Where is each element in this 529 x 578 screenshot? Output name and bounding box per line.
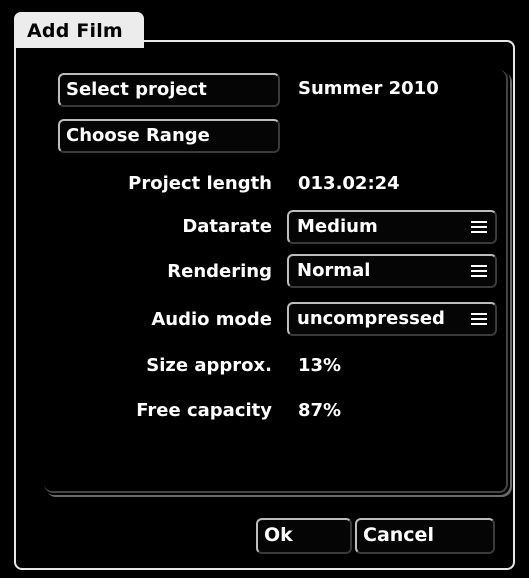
- menu-icon: [471, 221, 487, 233]
- dialog-title: Add Film: [27, 20, 123, 42]
- select-project-button[interactable]: Select project: [58, 73, 280, 107]
- audio-mode-dropdown[interactable]: uncompressed: [287, 302, 497, 336]
- choose-range-button[interactable]: Choose Range: [58, 119, 280, 153]
- datarate-dropdown[interactable]: Medium: [287, 210, 497, 244]
- rendering-label: Rendering: [167, 261, 272, 282]
- menu-icon: [471, 313, 487, 325]
- add-film-dialog: Add Film Select project Summer 2010 Choo…: [0, 0, 529, 578]
- project-length-value: 013.02:24: [298, 173, 400, 194]
- project-length-label: Project length: [128, 173, 272, 194]
- size-approx-label: Size approx.: [146, 355, 272, 376]
- datarate-value: Medium: [297, 216, 378, 237]
- menu-icon: [471, 265, 487, 277]
- audio-mode-label: Audio mode: [151, 309, 272, 330]
- datarate-label: Datarate: [182, 216, 272, 237]
- rendering-dropdown[interactable]: Normal: [287, 254, 497, 288]
- project-name: Summer 2010: [298, 78, 439, 99]
- free-capacity-label: Free capacity: [136, 400, 272, 421]
- size-approx-value: 13%: [298, 355, 342, 376]
- cancel-button[interactable]: Cancel: [355, 518, 495, 554]
- ok-button[interactable]: Ok: [256, 518, 352, 554]
- free-capacity-value: 87%: [298, 400, 342, 421]
- rendering-value: Normal: [297, 260, 371, 281]
- audio-mode-value: uncompressed: [297, 308, 445, 329]
